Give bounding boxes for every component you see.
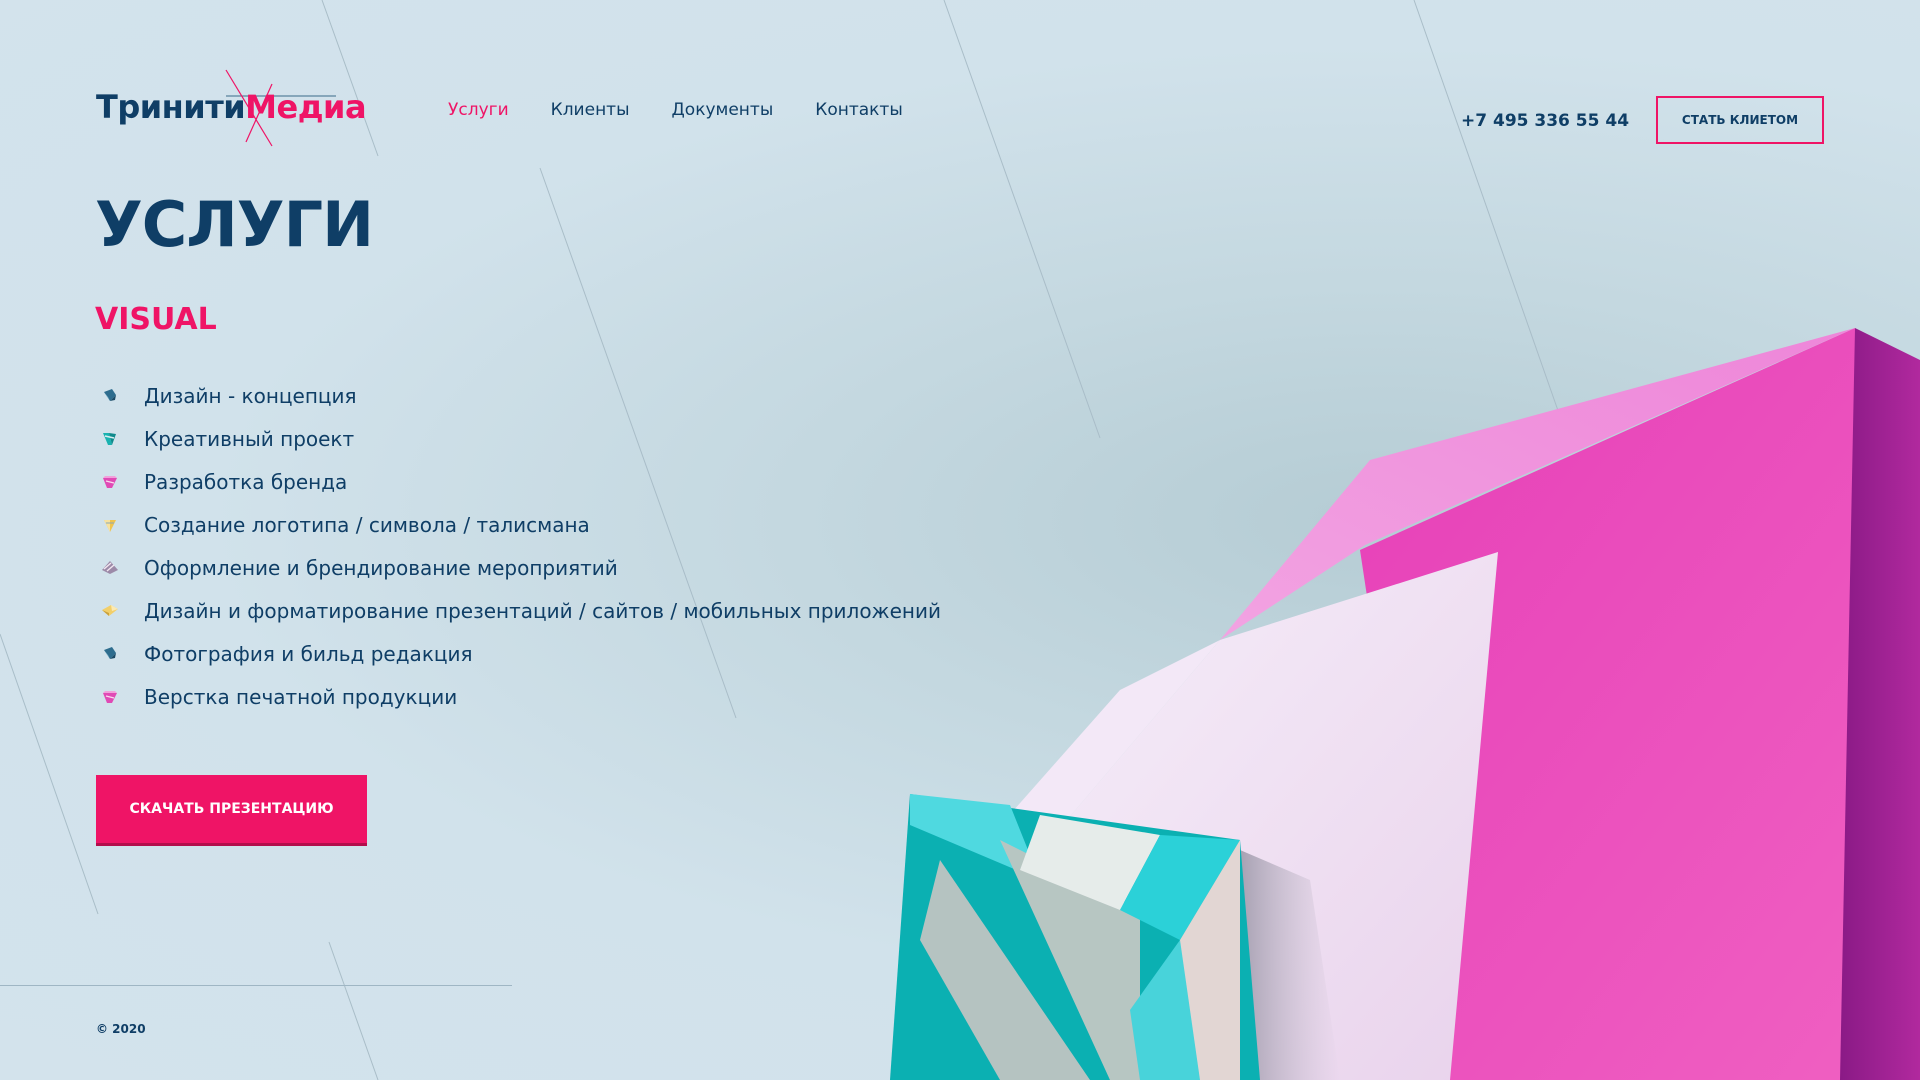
service-label: Фотография и бильд редакция <box>144 641 473 666</box>
list-item: Создание логотипа / символа / талисмана <box>100 503 941 546</box>
download-presentation-button[interactable]: СКАЧАТЬ ПРЕЗЕНТАЦИЮ <box>96 775 367 843</box>
service-label: Дизайн и форматирование презентаций / са… <box>144 598 941 623</box>
service-label: Креативный проект <box>144 426 355 451</box>
list-item: Разработка бренда <box>100 460 941 503</box>
logo-text: ТринитиМедиа <box>96 88 367 126</box>
service-label: Дизайн - концепция <box>144 383 357 408</box>
yellow-gem-icon <box>102 604 118 616</box>
gold-gem-icon <box>104 519 116 532</box>
striped-gem-icon <box>102 560 118 574</box>
pink-gem-icon <box>103 690 117 703</box>
list-item: Дизайн - концепция <box>100 374 941 417</box>
nav-item-services[interactable]: Услуги <box>448 100 509 120</box>
nav-item-contacts[interactable]: Контакты <box>815 100 903 120</box>
list-item: Оформление и брендирование мероприятий <box>100 546 941 589</box>
footer-divider <box>0 985 512 986</box>
pink-gem-icon <box>103 475 117 488</box>
hero-crystals-illustration <box>890 328 1920 1080</box>
teal-gem-icon <box>103 432 116 445</box>
list-item: Дизайн и форматирование презентаций / са… <box>100 589 941 632</box>
services-list: Дизайн - концепция Креативный проект Раз… <box>100 374 941 718</box>
list-item: Креативный проект <box>100 417 941 460</box>
nav-item-documents[interactable]: Документы <box>672 100 774 120</box>
main-nav: Услуги Клиенты Документы Контакты <box>448 100 903 120</box>
page-title: УСЛУГИ <box>95 188 374 261</box>
copyright: © 2020 <box>96 1022 146 1036</box>
service-label: Оформление и брендирование мероприятий <box>144 555 618 580</box>
become-client-button[interactable]: СТАТЬ КЛИЕТОМ <box>1656 96 1824 144</box>
logo-text-part2: Медиа <box>245 88 367 126</box>
blue-gem-icon <box>104 388 116 401</box>
nav-item-clients[interactable]: Клиенты <box>551 100 630 120</box>
logo[interactable]: ТринитиМедиа <box>96 68 367 148</box>
list-item: Верстка печатной продукции <box>100 675 941 718</box>
section-subtitle: VISUAL <box>95 302 217 337</box>
phone-number[interactable]: +7 495 336 55 44 <box>1461 111 1629 131</box>
blue-gem-icon <box>104 646 116 659</box>
service-label: Разработка бренда <box>144 469 348 494</box>
list-item: Фотография и бильд редакция <box>100 632 941 675</box>
logo-text-part1: Тринити <box>96 88 246 126</box>
service-label: Верстка печатной продукции <box>144 684 458 709</box>
service-label: Создание логотипа / символа / талисмана <box>144 512 590 537</box>
